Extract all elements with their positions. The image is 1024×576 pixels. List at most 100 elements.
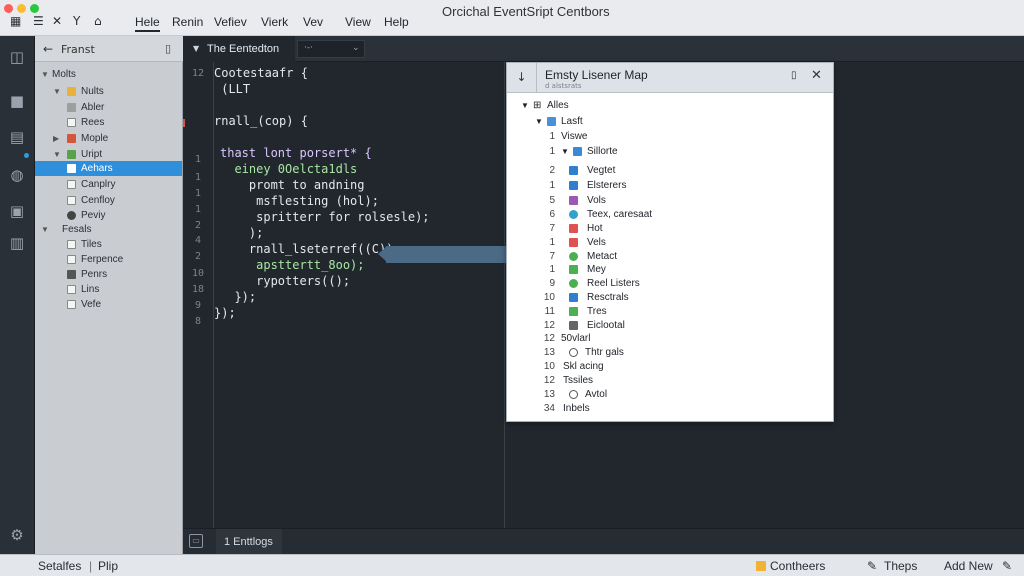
editor-tab-active[interactable]: ▼ The Eentedton: [183, 36, 295, 62]
tree-item-abler[interactable]: Abler: [35, 100, 182, 115]
tree-item-peviy[interactable]: Peviy: [35, 208, 182, 223]
list-item[interactable]: 12 Tssiles: [507, 374, 827, 388]
line-number-gutter: 12 1 1 1 1 2 4 2 10 18 9 8: [183, 62, 213, 528]
list-item[interactable]: 2 Vegtet: [507, 164, 827, 178]
tree-folder[interactable]: ▼ Lasft: [535, 115, 795, 129]
tree-item-uript[interactable]: ▼ Uript: [35, 147, 182, 162]
tree-item-aehars[interactable]: Aehars: [35, 161, 182, 176]
tree-folder-molts[interactable]: ▼ Molts: [35, 67, 182, 82]
status-contheers[interactable]: Contheers: [770, 559, 825, 573]
connector-arrow: [386, 246, 506, 263]
row-number: 12: [543, 320, 555, 331]
tree-label: Fesals: [62, 224, 92, 235]
debug-icon[interactable]: ◍: [8, 166, 26, 184]
list-item[interactable]: 1 Viswe: [507, 130, 827, 144]
back-arrow-icon[interactable]: ←: [43, 42, 53, 56]
home-icon[interactable]: ⌂: [94, 14, 102, 28]
list-item[interactable]: 1 ▼ Sillorte: [507, 145, 827, 159]
list-item[interactable]: 10 Resctrals: [507, 291, 827, 305]
list-item[interactable]: 10 Skl acing: [507, 360, 827, 374]
tree-item-cenfloy[interactable]: Cenfloy: [35, 193, 182, 208]
list-item[interactable]: 1 Mey: [507, 263, 827, 277]
tag-icon: [569, 238, 578, 247]
status-separator: |: [89, 559, 93, 573]
collapse-icon[interactable]: ▯: [165, 42, 171, 55]
tree-item-tiles[interactable]: Tiles: [35, 237, 182, 252]
down-arrow-icon[interactable]: ↓: [507, 63, 537, 93]
minimize-window-button[interactable]: [17, 4, 26, 13]
title-bar: ▦ ☰ ✕ Y ⌂ Hele Renin Vefiev Vierk Vev Vi…: [0, 0, 1024, 36]
extensions-icon[interactable]: ▣: [8, 202, 26, 220]
filter-icon[interactable]: Y: [73, 14, 80, 28]
list-item[interactable]: 13 Thtr gals: [507, 346, 827, 360]
list-item[interactable]: 12 50vlarl: [507, 332, 827, 346]
active-indicator: [24, 153, 29, 158]
grid-icon[interactable]: ▦: [10, 14, 21, 28]
list-item[interactable]: 1 Elsterers: [507, 179, 827, 193]
menu-vev[interactable]: Vev: [303, 15, 323, 29]
tree-label: Mople: [81, 133, 109, 144]
close-window-button[interactable]: [4, 4, 13, 13]
settings-gear-icon[interactable]: ⚙: [8, 526, 26, 544]
caret-down-icon: ▼: [193, 44, 200, 53]
list-item[interactable]: 11 Tres: [507, 305, 827, 319]
tree-item-rees[interactable]: Rees: [35, 115, 182, 130]
panel-icon[interactable]: ▥: [8, 234, 26, 252]
tree-label: Lasft: [561, 116, 583, 127]
line-number: 1: [194, 172, 202, 183]
event-icon: [569, 181, 578, 190]
editor-split-divider[interactable]: [504, 62, 505, 554]
list-item[interactable]: 5 Vols: [507, 194, 827, 208]
folder-icon: [547, 117, 556, 126]
list-item[interactable]: 1 Vels: [507, 236, 827, 250]
menu-view[interactable]: View: [345, 15, 371, 29]
listener-icon: [569, 279, 578, 288]
list-item[interactable]: 13 Avtol: [507, 388, 827, 402]
menu-renin[interactable]: Renin: [172, 15, 203, 29]
explorer-icon[interactable]: ◫: [8, 48, 26, 66]
tree-item-mople[interactable]: ▶ Mople: [35, 131, 182, 146]
list-item[interactable]: 12 Eiclootal: [507, 319, 827, 333]
tree-item-canplry[interactable]: Canplry: [35, 177, 182, 192]
panel-toggle-icon[interactable]: ▭: [189, 534, 203, 548]
tree-label: Canplry: [81, 179, 116, 190]
zoom-window-button[interactable]: [30, 4, 39, 13]
status-settings[interactable]: Setalfes: [38, 559, 81, 573]
list-icon[interactable]: ☰: [33, 14, 44, 28]
menu-hele[interactable]: Hele: [135, 15, 160, 32]
tree-folder-nults[interactable]: ▼ Nults: [35, 84, 182, 99]
tree-folder-fesals[interactable]: ▼ Fesals: [35, 222, 182, 237]
contact-icon: [569, 252, 578, 261]
editor-bottom-bar: ▭ 1 Enttlogs: [183, 528, 1024, 555]
panel-subtitle: d alstsrats: [545, 82, 582, 90]
status-plip[interactable]: Plip: [98, 559, 118, 573]
add-new-button[interactable]: Add New: [944, 559, 993, 573]
code-view[interactable]: Cootestaafr { (LLT rnall_(cop) { thast l…: [214, 62, 504, 528]
list-item[interactable]: 7 Hot: [507, 222, 827, 236]
more-icon[interactable]: ✎: [1002, 559, 1012, 573]
list-item[interactable]: 7 Metact: [507, 250, 827, 264]
line-number: 9: [194, 300, 202, 311]
close-icon[interactable]: ✕: [52, 14, 62, 28]
list-item[interactable]: 6 Teex, caresaat: [507, 208, 827, 222]
menu-vierk[interactable]: Vierk: [261, 15, 288, 29]
line-number: 1: [194, 154, 202, 165]
document-icon[interactable]: ▤: [8, 128, 26, 146]
menu-vefiev[interactable]: Vefiev: [214, 15, 247, 29]
restore-icon[interactable]: ▯: [791, 70, 797, 81]
status-theps[interactable]: Theps: [884, 559, 917, 573]
list-item[interactable]: 9 Reel Listers: [507, 277, 827, 291]
row-label: Viswe: [561, 131, 588, 142]
tree-item-ferpence[interactable]: Ferpence: [35, 252, 182, 267]
tree-item-vefe[interactable]: Vefe: [35, 297, 182, 312]
tree-item-lins[interactable]: Lins: [35, 282, 182, 297]
square-icon[interactable]: ■: [8, 92, 26, 110]
menu-help[interactable]: Help: [384, 15, 409, 29]
close-icon[interactable]: ✕: [811, 68, 822, 83]
bottom-tab-entlogs[interactable]: 1 Enttlogs: [216, 529, 282, 555]
file-icon: [67, 300, 76, 309]
list-item[interactable]: 34 Inbels: [507, 402, 827, 416]
row-label: Tssiles: [563, 375, 594, 386]
editor-tab-dropdown[interactable]: ·‑· ⌄: [297, 40, 365, 58]
tree-item-penrs[interactable]: Penrs: [35, 267, 182, 282]
